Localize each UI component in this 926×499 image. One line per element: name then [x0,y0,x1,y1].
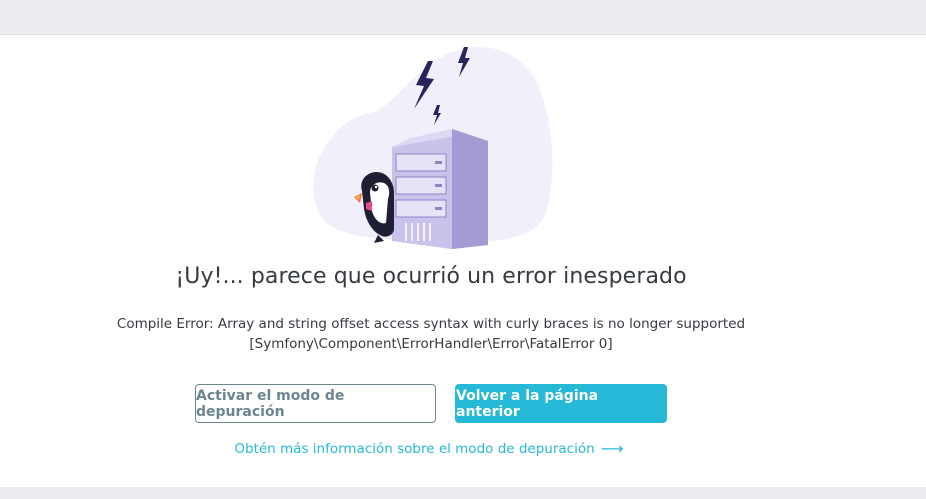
learn-more-debug-link[interactable]: Obtén más información sobre el modo de d… [0,439,858,458]
bottom-bar [0,487,926,499]
arrow-right-icon: ⟶ [600,439,624,458]
error-message-class: [Symfony\Component\ErrorHandler\Error\Fa… [249,336,613,352]
server-error-illustration [313,47,553,249]
server-icon [392,129,488,249]
enable-debug-mode-button[interactable]: Activar el modo de depuración [195,384,436,423]
error-card: ¡Uy!... parece que ocurrió un error ines… [0,35,926,487]
error-message: Compile Error: Array and string offset a… [0,314,862,354]
error-message-text: Compile Error: Array and string offset a… [116,316,746,332]
go-back-button[interactable]: Volver a la página anterior [455,384,667,423]
learn-more-link-text[interactable]: Obtén más información sobre el modo de d… [234,441,594,457]
top-bar [0,0,926,35]
page-title: ¡Uy!... parece que ocurrió un error ines… [175,264,687,289]
